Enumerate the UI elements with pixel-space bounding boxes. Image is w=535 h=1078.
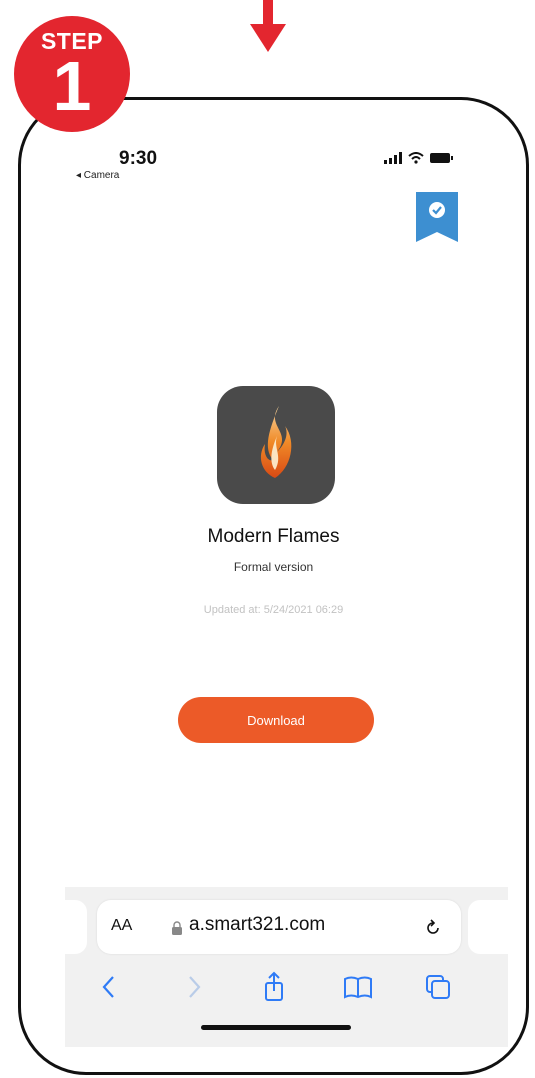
- reload-icon[interactable]: [424, 919, 442, 937]
- status-time: 9:30: [119, 148, 158, 169]
- share-icon[interactable]: [257, 970, 291, 1004]
- phone-frame: 9:30 ◂ Camera Modern Flames Formal versi…: [18, 97, 529, 1075]
- text-size-button[interactable]: AA: [111, 917, 132, 935]
- browser-nav-row: [65, 970, 508, 1004]
- down-arrow-icon: [250, 0, 286, 52]
- verified-ribbon-icon[interactable]: [416, 192, 458, 242]
- back-to-camera-link[interactable]: ◂ Camera: [76, 170, 119, 181]
- chevron-right-icon[interactable]: [177, 970, 211, 1004]
- app-subtitle: Formal version: [233, 560, 314, 574]
- tabs-icon[interactable]: [421, 970, 455, 1004]
- text-size-label: AA: [111, 917, 133, 934]
- battery-icon: [430, 153, 453, 163]
- app-name: Modern Flames: [207, 526, 340, 547]
- next-tab-pill[interactable]: [468, 900, 508, 954]
- signal-icon: [384, 152, 402, 164]
- updated-timestamp: Updated at: 5/24/2021 06:29: [203, 604, 344, 616]
- url-text[interactable]: a.smart321.com: [189, 914, 325, 936]
- previous-tab-pill[interactable]: [65, 900, 87, 954]
- flame-icon: [260, 406, 292, 478]
- lock-icon: [172, 921, 182, 935]
- wifi-icon: [408, 152, 424, 164]
- download-button[interactable]: Download: [178, 697, 374, 743]
- book-icon[interactable]: [341, 970, 375, 1004]
- app-icon: [217, 386, 335, 504]
- status-icons: [384, 152, 454, 164]
- step-number: 1: [52, 47, 92, 125]
- home-indicator: [201, 1025, 351, 1030]
- chevron-left-icon[interactable]: [93, 970, 127, 1004]
- step-badge: STEP 1: [14, 16, 130, 132]
